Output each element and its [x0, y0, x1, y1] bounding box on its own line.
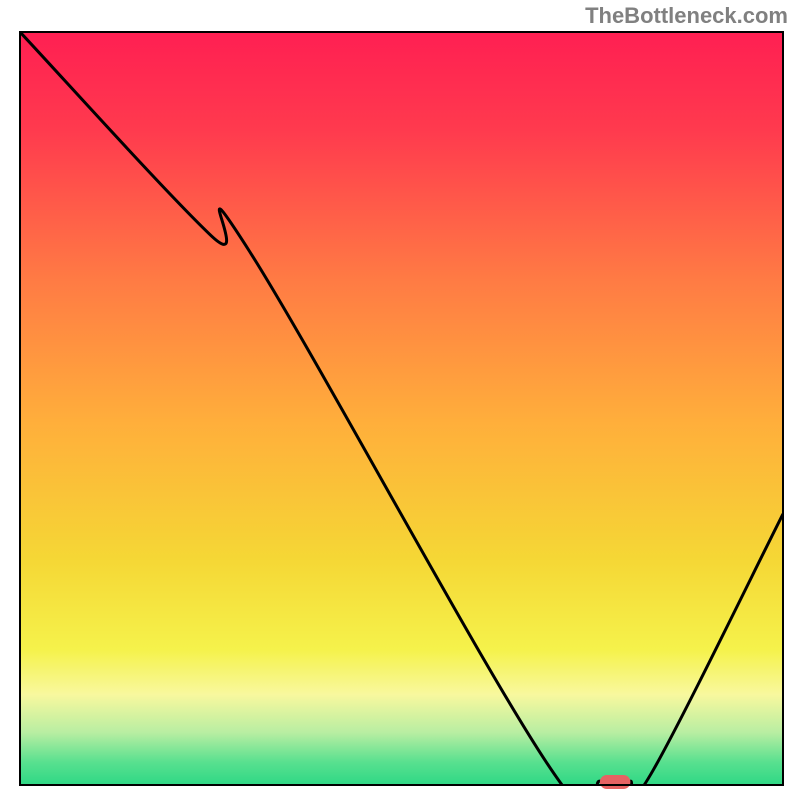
chart-background — [20, 32, 783, 785]
chart-container: TheBottleneck.com — [0, 0, 800, 800]
optimal-marker — [600, 775, 631, 789]
watermark-text: TheBottleneck.com — [585, 3, 788, 29]
chart-svg — [0, 0, 800, 800]
